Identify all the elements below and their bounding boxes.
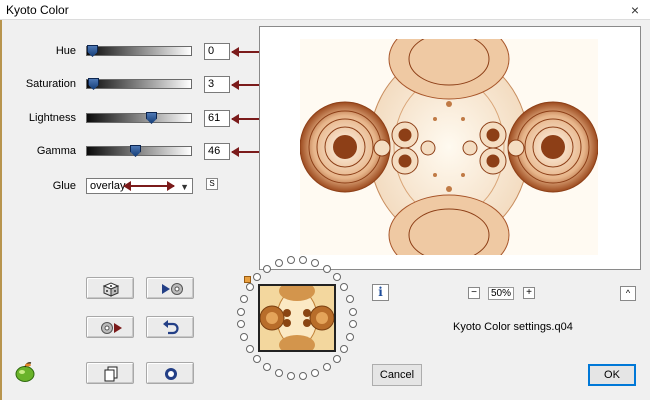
dice-icon — [102, 282, 120, 297]
preset-dot[interactable] — [345, 333, 354, 342]
apply-reset-button[interactable] — [146, 277, 194, 299]
glue-selected-value: overlay — [90, 180, 126, 192]
preset-dot[interactable] — [311, 368, 320, 377]
reset-apply-button[interactable] — [86, 316, 134, 338]
lightness-pointer-arrow — [231, 114, 260, 124]
play-reset-icon — [162, 283, 183, 295]
circle-button[interactable] — [146, 362, 194, 384]
gamma-value-input[interactable]: 46 — [204, 143, 230, 160]
preset-dot[interactable] — [322, 264, 331, 273]
orange-marker-square[interactable] — [244, 276, 251, 283]
info-button[interactable]: i — [372, 284, 389, 301]
preset-dot[interactable] — [237, 320, 246, 329]
glue-label: Glue — [52, 180, 76, 192]
reset-play-icon — [101, 322, 122, 334]
hue-pointer-arrow — [231, 47, 260, 57]
preset-dot[interactable] — [253, 355, 262, 363]
preset-dot[interactable] — [245, 283, 254, 292]
zoom-in-button[interactable]: + — [523, 287, 535, 299]
saturation-value-input[interactable]: 3 — [204, 76, 230, 93]
lightness-slider-thumb[interactable] — [146, 112, 157, 124]
gamma-slider[interactable] — [86, 145, 192, 157]
hue-value-input[interactable]: 0 — [204, 43, 230, 60]
undo-button[interactable] — [146, 316, 194, 338]
copy-icon — [104, 366, 118, 382]
preset-dot[interactable] — [345, 294, 354, 303]
close-icon[interactable]: × — [620, 0, 650, 20]
ok-button[interactable]: OK — [588, 364, 636, 386]
thumbnail-image — [260, 286, 334, 350]
settings-filename: Kyoto Color settings.q04 — [453, 321, 573, 333]
preset-dot[interactable] — [348, 320, 357, 329]
preset-dot[interactable] — [245, 344, 254, 353]
fractal-preview-image — [300, 39, 598, 255]
apple-logo-icon — [15, 362, 35, 382]
preset-dot[interactable] — [286, 371, 295, 380]
preset-dot[interactable] — [340, 344, 349, 353]
hue-slider-thumb[interactable] — [87, 45, 98, 57]
gamma-slider-thumb[interactable] — [130, 145, 141, 157]
preset-dot[interactable] — [340, 283, 349, 292]
preset-dot[interactable] — [240, 294, 249, 303]
preview-panel — [259, 26, 641, 270]
lightness-slider[interactable] — [86, 112, 192, 124]
preset-dot[interactable] — [263, 363, 272, 372]
saturation-slider-thumb[interactable] — [88, 78, 99, 90]
preset-dot[interactable] — [274, 259, 283, 268]
gamma-pointer-arrow — [231, 147, 260, 157]
preset-dot[interactable] — [332, 272, 341, 281]
lightness-value-input[interactable]: 61 — [204, 110, 230, 127]
preset-dot[interactable] — [299, 371, 308, 380]
saturation-slider[interactable] — [86, 78, 192, 90]
zoom-level: 50% — [488, 287, 514, 300]
hue-slider[interactable] — [86, 45, 192, 57]
circle-icon — [165, 368, 177, 380]
glue-pointer-arrow — [123, 181, 175, 191]
preset-dot[interactable] — [274, 368, 283, 377]
zoom-out-button[interactable]: − — [468, 287, 480, 299]
preset-dot[interactable] — [240, 333, 249, 342]
preset-dot[interactable] — [253, 272, 262, 281]
window-title: Kyoto Color — [6, 3, 69, 17]
chevron-down-icon: ▼ — [180, 182, 189, 192]
saturation-label: Saturation — [25, 78, 76, 90]
glue-s-button[interactable]: S — [206, 178, 218, 190]
lightness-label: Lightness — [28, 112, 76, 124]
preset-dot[interactable] — [332, 355, 341, 363]
dialog-body: Hue 0 Saturation 3 Lightness 61 Gamma 46… — [0, 20, 650, 400]
hue-label: Hue — [55, 45, 76, 57]
preset-dot[interactable] — [322, 363, 331, 372]
thumbnail-preview[interactable] — [258, 284, 336, 352]
undo-icon — [163, 320, 179, 335]
copy-button[interactable] — [86, 362, 134, 384]
preset-dot[interactable] — [348, 307, 357, 316]
cancel-button[interactable]: Cancel — [372, 364, 422, 386]
title-bar: Kyoto Color × — [0, 0, 650, 20]
collapse-up-button[interactable]: ^ — [620, 286, 636, 301]
gamma-label: Gamma — [36, 145, 76, 157]
preset-dot[interactable] — [237, 307, 246, 316]
preset-dot[interactable] — [263, 264, 272, 273]
saturation-pointer-arrow — [231, 80, 260, 90]
randomize-button[interactable] — [86, 277, 134, 299]
